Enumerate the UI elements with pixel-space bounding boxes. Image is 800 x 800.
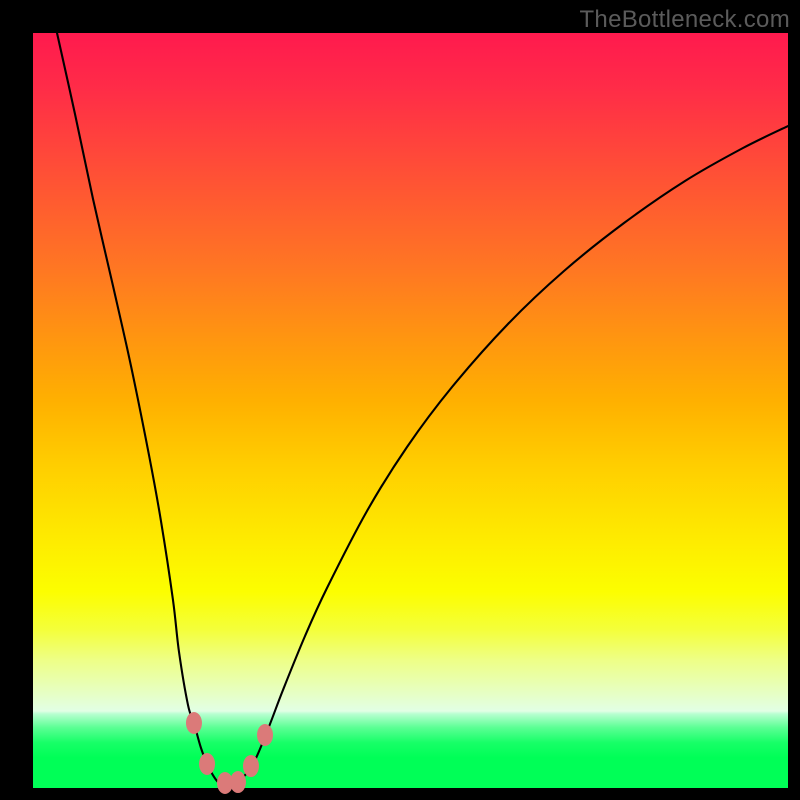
watermark-text: TheBottleneck.com: [579, 6, 790, 34]
bottleneck-curve: [57, 33, 788, 785]
curve-marker: [199, 753, 215, 775]
chart-frame: TheBottleneck.com: [0, 0, 800, 800]
curve-marker: [243, 755, 259, 777]
curve-marker: [186, 712, 202, 734]
curve-markers: [186, 712, 273, 794]
curve-svg: [33, 33, 788, 788]
curve-marker: [257, 724, 273, 746]
plot-area: [33, 33, 788, 788]
curve-marker: [230, 771, 246, 793]
